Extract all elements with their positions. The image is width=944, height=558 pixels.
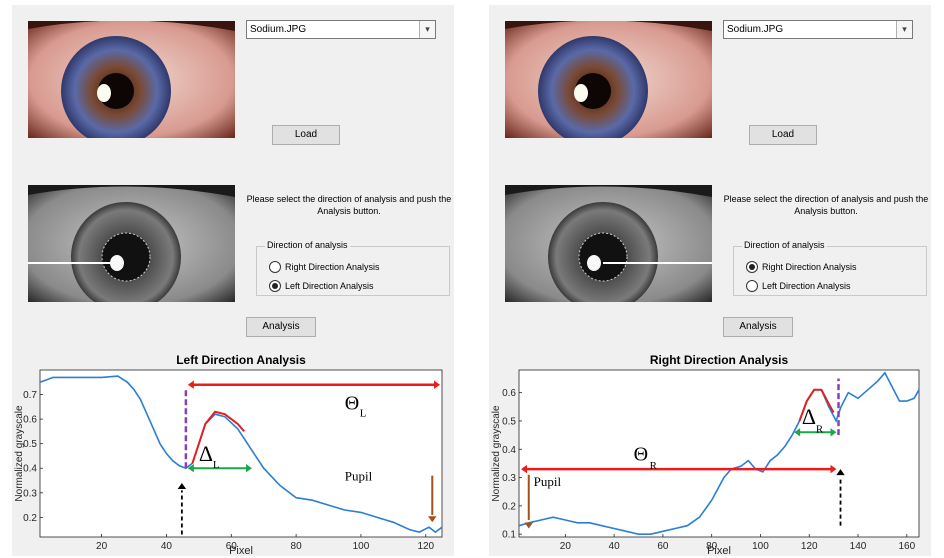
x-tick-label: 40 [161,541,173,552]
x-tick-label: 120 [801,541,818,552]
radio-icon[interactable] [269,261,281,273]
y-tick-label: 0.5 [23,439,37,450]
x-tick-label: 60 [226,541,238,552]
chart-title: Left Direction Analysis [176,353,306,367]
chevron-down-icon[interactable]: ▾ [896,21,912,38]
y-tick-label: 0.3 [502,473,516,484]
image-file-dropdown[interactable]: Sodium.JPG ▾ [723,20,913,39]
y-tick-label: 0.4 [502,445,516,456]
load-button[interactable]: Load [272,125,340,145]
y-tick-label: 0.7 [23,390,37,401]
x-tick-label: 140 [850,541,867,552]
plot-area [518,369,920,538]
grayscale-eye-image [28,185,235,302]
delta-subscript: R [816,423,824,435]
theta-subscript: R [650,460,658,472]
radio-icon[interactable] [746,280,758,292]
instruction-text: Please select the direction of analysis … [246,194,452,216]
color-eye-image [505,21,712,138]
direction-of-analysis-group: Direction of analysis Right Direction An… [733,240,927,296]
x-tick-label: 20 [560,541,572,552]
right-direction-chart: Right Direction AnalysisPixelNormalized … [491,353,920,556]
y-axis-label: Normalized grayscale [491,405,502,502]
x-tick-label: 80 [291,541,303,552]
y-tick-label: 0.6 [23,415,37,426]
x-tick-label: 20 [96,541,108,552]
left-direction-radio[interactable]: Left Direction Analysis [746,280,851,292]
theta-label: Θ [634,444,648,466]
radio-label: Left Direction Analysis [285,281,374,291]
delta-label: Δ [802,404,816,429]
analysis-button[interactable]: Analysis [246,317,316,337]
x-tick-label: 160 [898,541,915,552]
chevron-down-icon[interactable]: ▾ [419,21,435,38]
x-tick-label: 100 [752,541,769,552]
pupil-label: Pupil [534,474,562,489]
selected-file-name: Sodium.JPG [727,24,784,35]
y-tick-label: 0.2 [23,513,37,524]
radio-label: Right Direction Analysis [762,262,857,272]
instruction-text: Please select the direction of analysis … [723,194,929,216]
group-title: Direction of analysis [742,240,827,250]
y-tick-label: 0.5 [502,416,516,427]
radio-selected-icon[interactable] [746,261,758,273]
y-tick-label: 0.6 [502,388,516,399]
load-button[interactable]: Load [749,125,817,145]
delta-subscript: L [213,459,220,471]
direction-of-analysis-group: Direction of analysis Right Direction An… [256,240,450,296]
radio-label: Left Direction Analysis [762,281,851,291]
grayscale-eye-image [505,185,712,302]
chart-title: Right Direction Analysis [650,353,789,367]
plot-area [39,369,443,538]
left-analysis-panel: Sodium.JPG ▾ Load Please select the dire… [12,5,454,556]
color-eye-image [28,21,235,138]
image-file-dropdown[interactable]: Sodium.JPG ▾ [246,20,436,39]
y-tick-label: 0.1 [502,530,516,541]
theta-subscript: L [360,408,367,420]
y-tick-label: 0.2 [502,501,516,512]
x-tick-label: 80 [706,541,718,552]
right-analysis-panel: Sodium.JPG ▾ Load Please select the dire… [489,5,931,556]
delta-label: Δ [199,441,213,466]
group-title: Direction of analysis [265,240,350,250]
right-direction-radio[interactable]: Right Direction Analysis [746,261,857,273]
y-tick-label: 0.4 [23,464,37,475]
x-tick-label: 40 [609,541,621,552]
x-tick-label: 60 [657,541,669,552]
right-direction-radio[interactable]: Right Direction Analysis [269,261,380,273]
x-tick-label: 100 [353,541,370,552]
x-tick-label: 120 [417,541,434,552]
radio-selected-icon[interactable] [269,280,281,292]
analysis-button[interactable]: Analysis [723,317,793,337]
left-direction-chart: Left Direction AnalysisPixelNormalized g… [14,353,443,556]
selected-file-name: Sodium.JPG [250,24,307,35]
pupil-label: Pupil [345,469,373,484]
left-direction-radio[interactable]: Left Direction Analysis [269,280,374,292]
theta-label: Θ [345,392,359,414]
radio-label: Right Direction Analysis [285,262,380,272]
y-tick-label: 0.3 [23,488,37,499]
